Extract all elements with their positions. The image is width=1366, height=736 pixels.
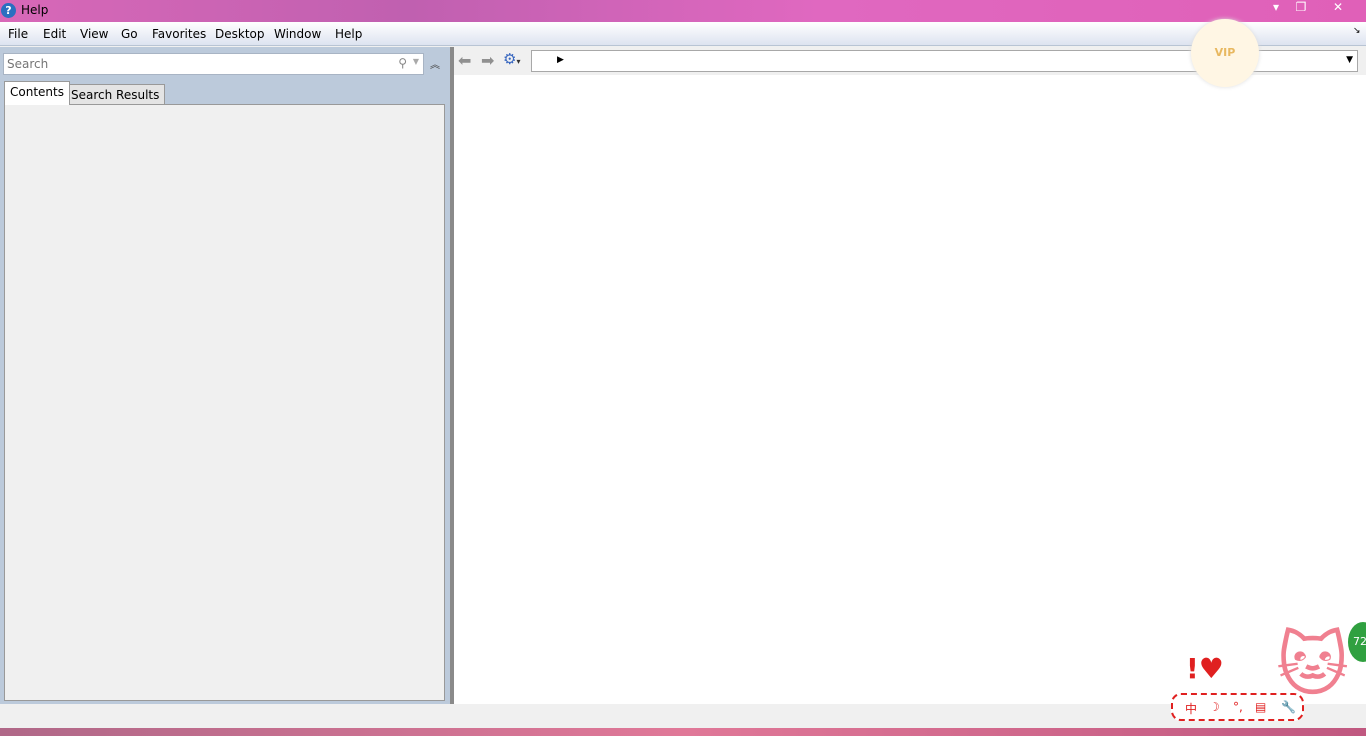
title-bar: ? Help ▾ ❐ ✕ (0, 0, 1366, 22)
ime-punctuation-icon[interactable]: °, (1233, 700, 1243, 714)
ime-keyboard-icon[interactable]: ▤ (1255, 700, 1266, 714)
taskbar (0, 728, 1366, 736)
help-browser: ⬅ ➡ ⚙▾ ▶ ▼ (454, 47, 1366, 704)
menu-favorites[interactable]: Favorites (152, 27, 206, 41)
ime-chinese-mode[interactable]: 中 (1185, 700, 1197, 717)
help-navigator-panel: ⚲ ▼ ︽ Search Results Contents (0, 47, 450, 704)
ime-toolbar: 中 ☽ °, ▤ 🔧 (1171, 693, 1304, 721)
close-icon[interactable]: ✕ (1324, 0, 1352, 14)
tab-search-results[interactable]: Search Results (65, 84, 166, 106)
menu-window[interactable]: Window (274, 27, 321, 41)
gear-icon[interactable]: ⚙▾ (503, 50, 520, 68)
menu-bar: File Edit View Go Favorites Desktop Wind… (0, 22, 1366, 46)
ime-logo-icon: !♥ (1186, 652, 1224, 685)
menu-file[interactable]: File (8, 27, 28, 41)
search-input[interactable] (4, 54, 384, 74)
vip-bird-icon[interactable]: VIP (1191, 19, 1259, 87)
menu-view[interactable]: View (80, 27, 108, 41)
undock-icon[interactable]: ↘ (1353, 26, 1361, 36)
ime-settings-icon[interactable]: 🔧 (1281, 700, 1296, 714)
menu-edit[interactable]: Edit (43, 27, 66, 41)
chevron-down-icon[interactable]: ▼ (413, 57, 419, 66)
menu-help[interactable]: Help (335, 27, 362, 41)
minimize-icon[interactable]: ▾ (1262, 0, 1290, 14)
forward-arrow-icon[interactable]: ➡ (481, 51, 494, 70)
search-box: ⚲ ▼ (3, 53, 424, 75)
menu-go[interactable]: Go (121, 27, 138, 41)
help-icon: ? (1, 3, 16, 18)
menu-desktop[interactable]: Desktop (215, 27, 265, 41)
restore-icon[interactable]: ❐ (1287, 0, 1315, 14)
tab-contents[interactable]: Contents (4, 81, 70, 105)
status-bar (0, 704, 1366, 728)
breadcrumb-arrow-icon: ▶ (557, 55, 564, 65)
chevron-down-icon[interactable]: ▼ (1346, 55, 1353, 65)
contents-tree[interactable] (4, 104, 445, 701)
window-title: Help (21, 3, 49, 17)
back-arrow-icon[interactable]: ⬅ (458, 51, 471, 70)
ime-moon-icon[interactable]: ☽ (1209, 700, 1220, 714)
collapse-icon[interactable]: ︽ (430, 56, 440, 71)
search-icon[interactable]: ⚲ (398, 56, 407, 70)
